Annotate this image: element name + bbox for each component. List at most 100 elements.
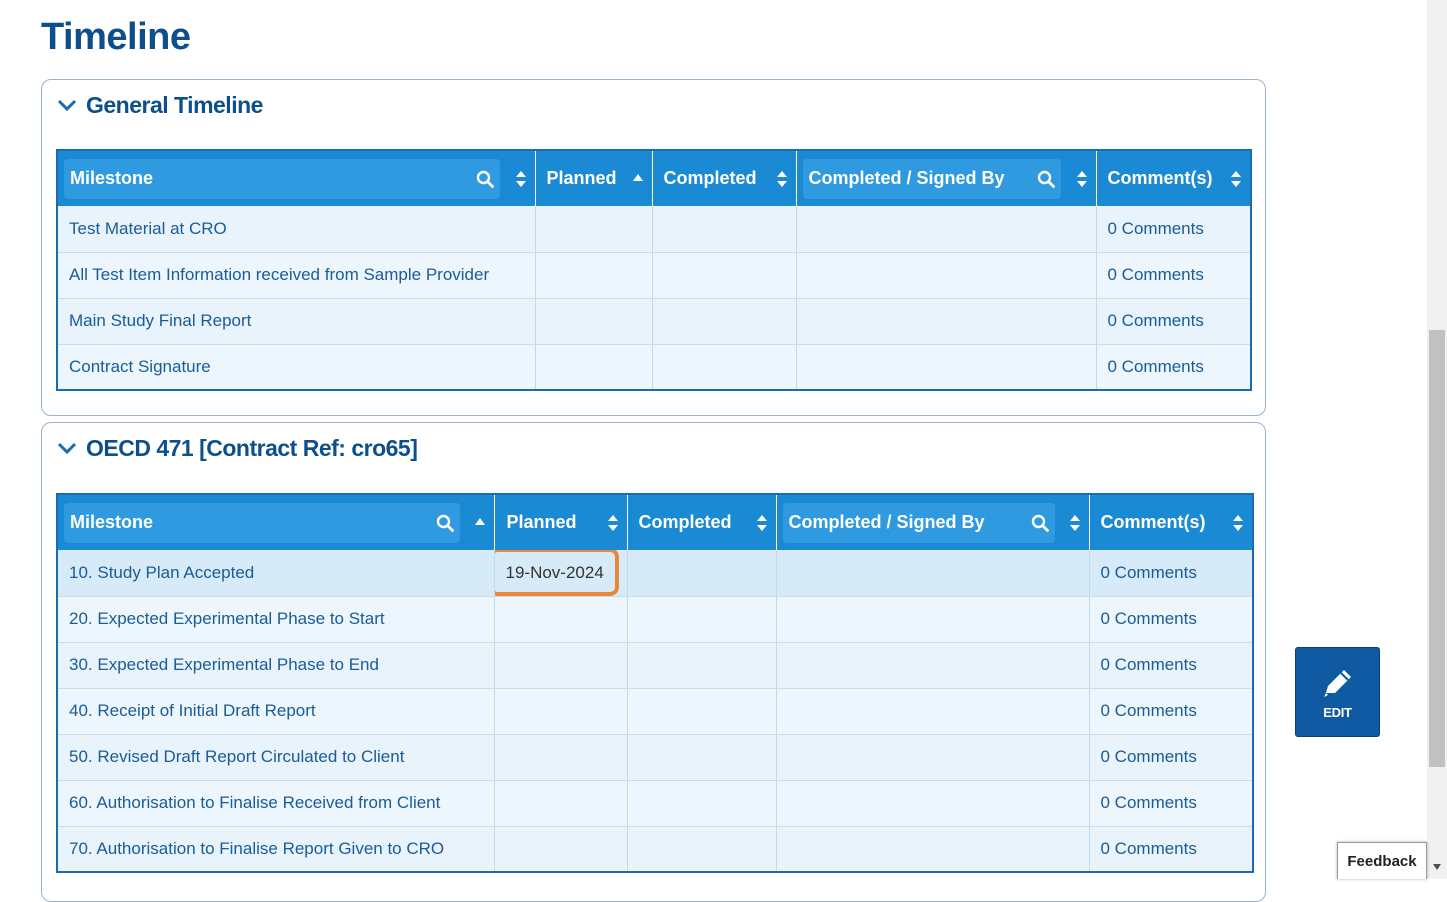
completed-cell xyxy=(627,734,777,781)
signed-by-cell xyxy=(776,688,1090,735)
signed-by-search-box[interactable]: Completed / Signed By xyxy=(802,158,1061,199)
column-header-milestone[interactable]: Milestone xyxy=(57,494,495,550)
milestone-cell: 40. Receipt of Initial Draft Report xyxy=(57,688,495,735)
milestone-cell: 20. Expected Experimental Phase to Start xyxy=(57,596,495,643)
sort-icon[interactable] xyxy=(1076,170,1088,188)
search-icon[interactable] xyxy=(436,514,454,532)
sort-icon[interactable] xyxy=(1232,514,1244,532)
completed-cell xyxy=(652,252,797,299)
table-row[interactable]: 70. Authorisation to Finalise Report Giv… xyxy=(57,826,1253,873)
completed-cell xyxy=(652,206,797,253)
column-header-comments[interactable]: Comment(s) xyxy=(1089,494,1253,550)
table-row[interactable]: 20. Expected Experimental Phase to Start… xyxy=(57,596,1253,643)
search-icon[interactable] xyxy=(476,170,494,188)
planned-cell xyxy=(535,206,653,253)
column-header-milestone[interactable]: Milestone xyxy=(57,150,536,206)
completed-cell xyxy=(627,642,777,689)
table-row[interactable]: 50. Revised Draft Report Circulated to C… xyxy=(57,734,1253,781)
page-title: Timeline xyxy=(41,16,191,58)
oecd-timeline-toggle[interactable]: OECD 471 [Contract Ref: cro65] xyxy=(56,433,418,463)
comments-link[interactable]: 0 Comments xyxy=(1089,596,1253,643)
chevron-down-icon xyxy=(57,442,77,455)
signed-by-search-box[interactable]: Completed / Signed By xyxy=(782,502,1055,543)
signed-by-cell xyxy=(776,550,1090,597)
column-header-comments[interactable]: Comment(s) xyxy=(1096,150,1251,206)
column-header-planned[interactable]: Planned xyxy=(535,150,653,206)
table-row[interactable]: 60. Authorisation to Finalise Received f… xyxy=(57,780,1253,827)
signed-by-cell xyxy=(776,596,1090,643)
column-header-completed[interactable]: Completed xyxy=(627,494,777,550)
general-timeline-table: Milestone Planned Completed Completed / … xyxy=(56,149,1252,391)
comments-link[interactable]: 0 Comments xyxy=(1096,298,1251,345)
planned-cell xyxy=(494,734,628,781)
edit-button[interactable]: EDIT xyxy=(1295,647,1380,737)
sort-icon[interactable] xyxy=(776,170,788,188)
sort-icon[interactable] xyxy=(515,170,527,188)
column-header-signed-by[interactable]: Completed / Signed By xyxy=(776,494,1090,550)
general-timeline-title: General Timeline xyxy=(86,91,263,118)
milestone-search-box[interactable]: Milestone xyxy=(64,502,460,543)
comments-link[interactable]: 0 Comments xyxy=(1089,550,1253,597)
search-icon[interactable] xyxy=(1037,170,1055,188)
sort-icon[interactable] xyxy=(1230,170,1242,188)
completed-cell xyxy=(627,780,777,827)
table-row[interactable]: Test Material at CRO 0 Comments xyxy=(57,206,1251,253)
signed-by-cell xyxy=(776,734,1090,781)
scrollbar-thumb[interactable] xyxy=(1429,330,1445,767)
sort-icon[interactable] xyxy=(756,514,768,532)
signed-by-cell xyxy=(776,642,1090,689)
column-header-completed[interactable]: Completed xyxy=(652,150,797,206)
completed-cell xyxy=(652,344,797,391)
planned-cell[interactable]: 19-Nov-2024 xyxy=(494,550,628,597)
pencil-icon xyxy=(1323,669,1351,697)
milestone-cell: All Test Item Information received from … xyxy=(57,252,536,299)
planned-cell xyxy=(494,826,628,873)
comments-link[interactable]: 0 Comments xyxy=(1089,826,1253,873)
milestone-cell: Contract Signature xyxy=(57,344,536,391)
completed-cell xyxy=(652,298,797,345)
completed-cell xyxy=(627,550,777,597)
feedback-button[interactable]: Feedback xyxy=(1337,842,1427,879)
comments-link[interactable]: 0 Comments xyxy=(1096,344,1251,391)
sort-icon[interactable] xyxy=(607,514,619,532)
comments-link[interactable]: 0 Comments xyxy=(1096,252,1251,299)
table-row[interactable]: Contract Signature 0 Comments xyxy=(57,344,1251,391)
table-row[interactable]: Main Study Final Report 0 Comments xyxy=(57,298,1251,345)
chevron-down-icon xyxy=(57,99,77,112)
scroll-down-arrow-icon[interactable] xyxy=(1431,862,1443,872)
sort-ascending-icon[interactable] xyxy=(474,517,486,527)
general-timeline-toggle[interactable]: General Timeline xyxy=(56,90,263,120)
comments-link[interactable]: 0 Comments xyxy=(1089,688,1253,735)
column-header-signed-by[interactable]: Completed / Signed By xyxy=(796,150,1097,206)
milestone-search-box[interactable]: Milestone xyxy=(64,158,500,199)
planned-date: 19-Nov-2024 xyxy=(505,562,604,582)
signed-by-cell xyxy=(796,298,1097,345)
planned-cell xyxy=(494,688,628,735)
milestone-cell: 70. Authorisation to Finalise Report Giv… xyxy=(57,826,495,873)
oecd-timeline-table: Milestone Planned Completed Completed / … xyxy=(56,493,1254,873)
planned-cell xyxy=(494,780,628,827)
milestone-cell: 60. Authorisation to Finalise Received f… xyxy=(57,780,495,827)
general-timeline-panel: General Timeline Milestone Planned Compl… xyxy=(41,79,1266,416)
sort-icon[interactable] xyxy=(1069,514,1081,532)
table-row[interactable]: 10. Study Plan Accepted 19-Nov-2024 0 Co… xyxy=(57,550,1253,597)
signed-by-cell xyxy=(796,344,1097,391)
planned-cell xyxy=(494,596,628,643)
column-header-planned[interactable]: Planned xyxy=(494,494,628,550)
signed-by-cell xyxy=(776,826,1090,873)
comments-link[interactable]: 0 Comments xyxy=(1089,780,1253,827)
comments-link[interactable]: 0 Comments xyxy=(1096,206,1251,253)
search-icon[interactable] xyxy=(1031,514,1049,532)
table-row[interactable]: 40. Receipt of Initial Draft Report 0 Co… xyxy=(57,688,1253,735)
comments-link[interactable]: 0 Comments xyxy=(1089,734,1253,781)
comments-link[interactable]: 0 Comments xyxy=(1089,642,1253,689)
sort-ascending-icon[interactable] xyxy=(632,173,644,183)
planned-cell xyxy=(535,344,653,391)
milestone-cell: 10. Study Plan Accepted xyxy=(57,550,495,597)
signed-by-cell xyxy=(796,252,1097,299)
signed-by-cell xyxy=(796,206,1097,253)
table-row[interactable]: 30. Expected Experimental Phase to End 0… xyxy=(57,642,1253,689)
edit-label: EDIT xyxy=(1323,704,1352,720)
completed-cell xyxy=(627,826,777,873)
table-row[interactable]: All Test Item Information received from … xyxy=(57,252,1251,299)
